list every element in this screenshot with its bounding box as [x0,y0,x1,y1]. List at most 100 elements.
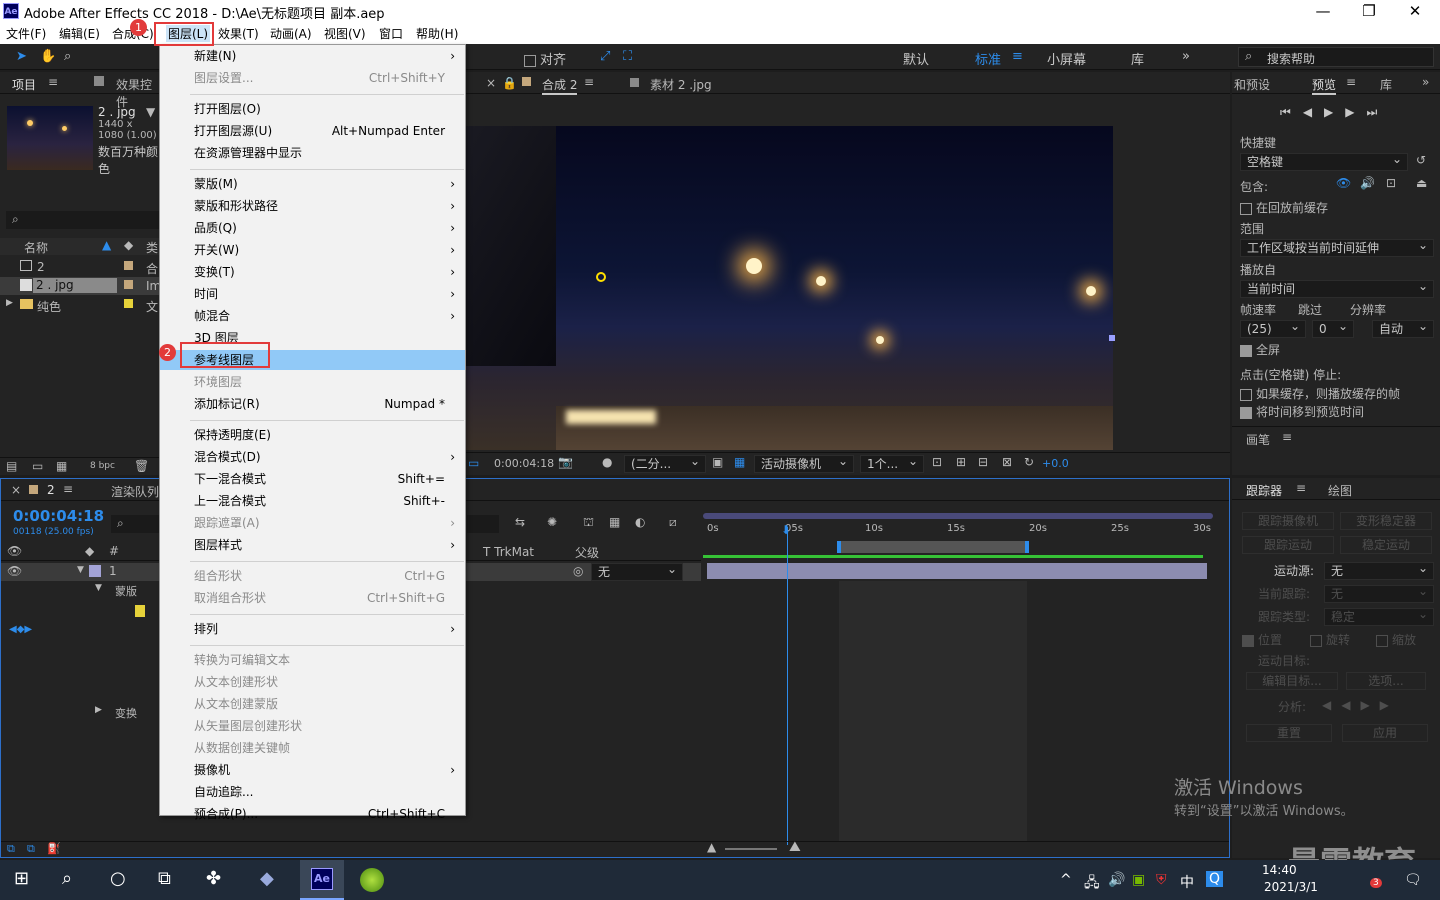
toggle-modes-icon[interactable]: ⧉ [27,842,35,856]
network-icon[interactable]: 🖧 [1084,872,1100,896]
rotation-checkbox[interactable]: 旋转 [1310,631,1350,648]
panel-menu-icon[interactable]: ≡ [1346,75,1356,89]
current-time[interactable]: 0:00:04:18 [494,457,554,470]
workspace-menu-icon[interactable]: ≡ [1012,49,1023,64]
layer-menu-item[interactable]: 组合形状 Ctrl+G [160,566,465,586]
align-checkbox[interactable]: 对齐 [524,49,566,68]
nvidia-icon[interactable]: ▣ [1132,872,1145,888]
layer-duration-bar[interactable] [707,563,1207,579]
lock-icon[interactable]: 🔒 [502,76,517,90]
motion-blur-icon[interactable]: ◐ [635,515,645,529]
layer-menu-item[interactable]: 添加标记(R) Numpad * [160,394,465,414]
motion-source-dropdown[interactable]: 无 [1324,560,1434,580]
first-frame-icon[interactable]: ⏮ [1280,105,1303,119]
stabilize-motion-button[interactable]: 稳定运动 [1340,536,1432,554]
position-checkbox[interactable]: 位置 [1242,631,1282,648]
layer-menu-item[interactable]: 从数据创建关键帧 [160,738,465,758]
expand-arrow-icon[interactable]: ▶ [95,705,102,715]
qq-icon[interactable]: Q [1206,871,1224,887]
layer-menu-item[interactable]: 打开图层源(U) Alt+Numpad Enter [160,121,465,141]
frame-blend-icon[interactable]: ▦ [609,515,620,529]
layer-menu-item[interactable]: 摄像机 › [160,760,465,780]
layer-menu-item[interactable]: 环境图层 [160,372,465,392]
camera-dropdown[interactable]: 活动摄像机 [754,453,854,473]
cortana-icon[interactable]: ○ [110,868,126,889]
layer-menu-item[interactable]: 变换(T) › [160,262,465,282]
menu-help[interactable]: 帮助(H) [416,25,458,42]
layer-menu-item[interactable]: 转换为可编辑文本 [160,650,465,670]
zoom-in-icon[interactable]: ⛰ [789,839,801,855]
timeline-comp-tab[interactable]: 2 [47,483,55,497]
menu-file[interactable]: 文件(F) [6,25,46,42]
analyze-controls[interactable]: ◀◀▶▶ [1322,698,1399,712]
clock-date[interactable]: 2021/3/1 [1264,880,1318,894]
skip-dropdown[interactable]: 0 [1312,318,1354,338]
layer-menu-item[interactable]: 蒙版(M) › [160,174,465,194]
layer-menu-item[interactable]: 新建(N) › [160,46,465,66]
layer-menu-item[interactable]: 保持透明度(E) [160,425,465,445]
pickwhip-icon[interactable]: ◎ [573,564,583,578]
fast-preview-icon[interactable]: ⊞ [956,455,966,469]
scale-checkbox[interactable]: 缩放 [1376,631,1416,648]
workspace-small-screen[interactable]: 小屏幕 [1047,49,1086,68]
video-toggle-icon[interactable]: 👁 [1336,176,1351,190]
watermelon-app-icon[interactable] [360,868,384,892]
work-area-bar[interactable] [703,513,1213,519]
eraser-app-icon[interactable]: ◆ [260,868,274,889]
layer-menu-item[interactable]: 从矢量图层创建形状 [160,716,465,736]
channels-icon[interactable]: ● [602,455,612,469]
layer-menu-item[interactable]: 混合模式(D) › [160,447,465,467]
taskbar-ae-button[interactable]: Ae [300,860,344,900]
track-camera-button[interactable]: 跟踪摄像机 [1242,512,1334,530]
prev-frame-icon[interactable]: ◀ [1303,105,1324,119]
footage-dropdown-icon[interactable]: ▼ [146,105,155,119]
project-item-comp[interactable]: 2 合 [0,258,160,276]
layer-menu-item[interactable]: 蒙版和形状路径 › [160,196,465,216]
layer-menu-item[interactable]: 上一混合模式 Shift+- [160,491,465,511]
range-dropdown[interactable]: 工作区域按当前时间延伸 [1240,237,1434,257]
apply-button[interactable]: 应用 [1342,724,1428,742]
presets-tab[interactable]: 和预设 [1234,76,1270,93]
workspace-library[interactable]: 库 [1131,49,1144,68]
visibility-icon[interactable]: 👁 [7,564,22,578]
project-search-input[interactable]: ⌕ [6,211,160,229]
bpc-label[interactable]: 8 bpc [90,461,115,471]
next-frame-icon[interactable]: ▶ [1345,105,1366,119]
zoom-tool-icon[interactable]: ⌕ [64,49,71,64]
if-cache-checkbox[interactable]: 如果缓存，则播放缓存的帧 [1240,385,1400,402]
exposure-value[interactable]: +0.0 [1042,457,1069,470]
workspace-standard[interactable]: 标准 [975,49,1001,68]
warp-stabilizer-button[interactable]: 变形稳定器 [1340,512,1432,530]
parent-dropdown[interactable]: 无 [591,561,683,581]
paint-tab[interactable]: 绘图 [1328,482,1352,499]
zoom-out-icon[interactable]: ▲ [707,840,716,854]
project-tab[interactable]: 项目 [12,76,36,93]
layer-menu-item[interactable]: 图层样式 › [160,535,465,555]
layer-handle[interactable] [1109,335,1115,341]
layer-menu-item[interactable]: 排列 › [160,619,465,639]
comp-tab[interactable]: 合成 2 [542,76,578,95]
layer-menu-item[interactable]: 图层设置... Ctrl+Shift+Y [160,68,465,88]
library-tab[interactable]: 库 [1380,76,1392,93]
expand-arrow-icon[interactable]: ▼ [77,565,84,575]
preview-tab[interactable]: 预览 [1312,76,1337,95]
current-track-dropdown[interactable]: 无 [1324,583,1434,603]
panel-menu-icon[interactable]: ≡ [63,482,73,496]
layer-menu-item[interactable]: 开关(W) › [160,240,465,260]
playhead-icon[interactable]: ⬇ [781,523,791,537]
expand-arrow-icon[interactable]: ▶ [6,298,13,308]
preview-range[interactable] [837,541,1029,553]
snap-grid-icon[interactable]: ⛶ [623,49,632,64]
toggle-inout-icon[interactable]: ⛽ [47,842,61,855]
menu-animation[interactable]: 动画(A) [270,25,312,42]
draft-3d-icon[interactable]: ✺ [547,515,557,529]
current-time-indicator[interactable] [787,527,788,845]
more-icon[interactable]: » [1422,75,1429,89]
layer-menu-item[interactable]: 自动追踪... [160,782,465,802]
close-tab-icon[interactable]: × [11,483,21,497]
panel-menu-icon[interactable]: ≡ [48,75,58,89]
graph-editor-icon[interactable]: ⧄ [669,515,677,530]
reset-exposure-icon[interactable]: ↻ [1024,455,1034,469]
project-item-footage[interactable]: 2 . jpg Im [0,277,161,295]
anchor-point-icon[interactable] [596,272,606,282]
